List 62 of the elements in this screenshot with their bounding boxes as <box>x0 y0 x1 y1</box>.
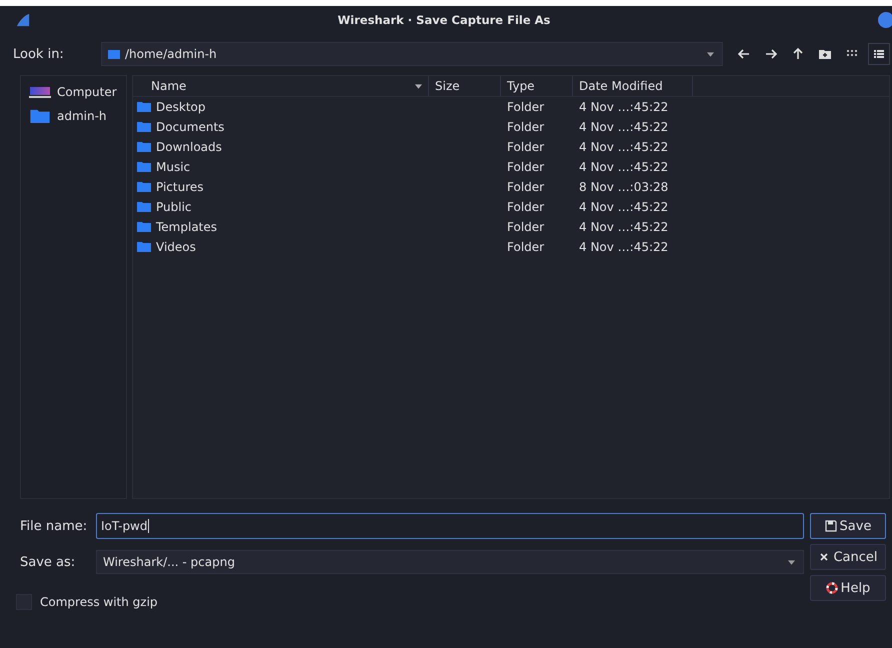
file-name[interactable]: Documents <box>156 120 224 134</box>
window-title: Wireshark · Save Capture File As <box>336 13 552 27</box>
table-cell: 8 Nov …:03:28 <box>579 180 668 194</box>
folder-icon <box>137 242 151 252</box>
file-name[interactable]: Desktop <box>156 100 206 114</box>
folder-icon <box>137 102 151 112</box>
cancel-button[interactable]: Cancel <box>810 544 886 570</box>
column-header[interactable]: Type <box>501 76 573 96</box>
file-name[interactable]: Videos <box>156 240 196 254</box>
look-in-label: Look in: <box>13 46 65 62</box>
file-name-label: File name: <box>20 518 88 534</box>
file-name[interactable]: Templates <box>156 220 218 234</box>
folder-icon <box>137 182 151 192</box>
column-header[interactable]: Size <box>429 76 501 96</box>
look-in-dropdown[interactable]: /home/admin-h <box>101 42 723 66</box>
table-cell: Folder <box>507 120 544 134</box>
table-cell: Folder <box>507 160 544 174</box>
table-cell: 4 Nov …:45:22 <box>579 220 668 234</box>
file-name[interactable]: Pictures <box>156 180 204 194</box>
close-icon <box>818 551 830 563</box>
table-cell: Folder <box>507 240 544 254</box>
folder-icon <box>137 222 151 232</box>
help-button[interactable]: Help <box>810 575 886 601</box>
table-cell: Folder <box>507 200 544 214</box>
up-arrow-icon[interactable] <box>791 47 805 61</box>
table-cell: Folder <box>507 220 544 234</box>
compress-label: Compress with gzip <box>40 595 158 609</box>
lifebuoy-icon <box>826 582 838 594</box>
table-cell: Folder <box>507 140 544 154</box>
folder-icon <box>137 162 151 172</box>
forward-arrow-icon[interactable] <box>764 47 778 61</box>
file-type-dropdown[interactable]: Wireshark/... - pcapng <box>96 550 804 574</box>
shark-fin-icon <box>16 13 30 27</box>
dropdown-caret-icon <box>707 52 714 56</box>
back-arrow-icon[interactable] <box>737 47 751 61</box>
folder-icon <box>137 142 151 152</box>
file-name[interactable]: Music <box>156 160 190 174</box>
table-cell: 4 Nov …:45:22 <box>579 100 668 114</box>
table-cell: Folder <box>507 100 544 114</box>
column-header[interactable]: Name <box>133 76 429 96</box>
column-header[interactable]: Date Modified <box>573 76 693 96</box>
folder-icon <box>108 50 120 58</box>
table-cell: 4 Nov …:45:22 <box>579 240 668 254</box>
table-cell: 4 Nov …:45:22 <box>579 120 668 134</box>
dropdown-caret-icon <box>788 560 795 564</box>
table-cell: 4 Nov …:45:22 <box>579 140 668 154</box>
table-cell: Folder <box>507 180 544 194</box>
folder-icon <box>29 109 51 123</box>
sort-caret-icon <box>415 84 422 88</box>
table-cell: 4 Nov …:45:22 <box>579 200 668 214</box>
computer-icon <box>29 85 51 99</box>
sidebar-item[interactable]: admin-h <box>21 104 126 128</box>
file-name[interactable]: Downloads <box>156 140 222 154</box>
folder-icon <box>137 122 151 132</box>
new-folder-icon[interactable] <box>818 47 832 61</box>
save-as-label: Save as: <box>20 554 76 570</box>
folder-icon <box>137 202 151 212</box>
file-name[interactable]: Public <box>156 200 192 214</box>
save-button[interactable]: Save <box>810 513 886 539</box>
file-name-field[interactable]: IoT-pwd <box>96 513 804 539</box>
table-cell: 4 Nov …:45:22 <box>579 160 668 174</box>
sidebar-item[interactable]: Computer <box>21 80 126 104</box>
